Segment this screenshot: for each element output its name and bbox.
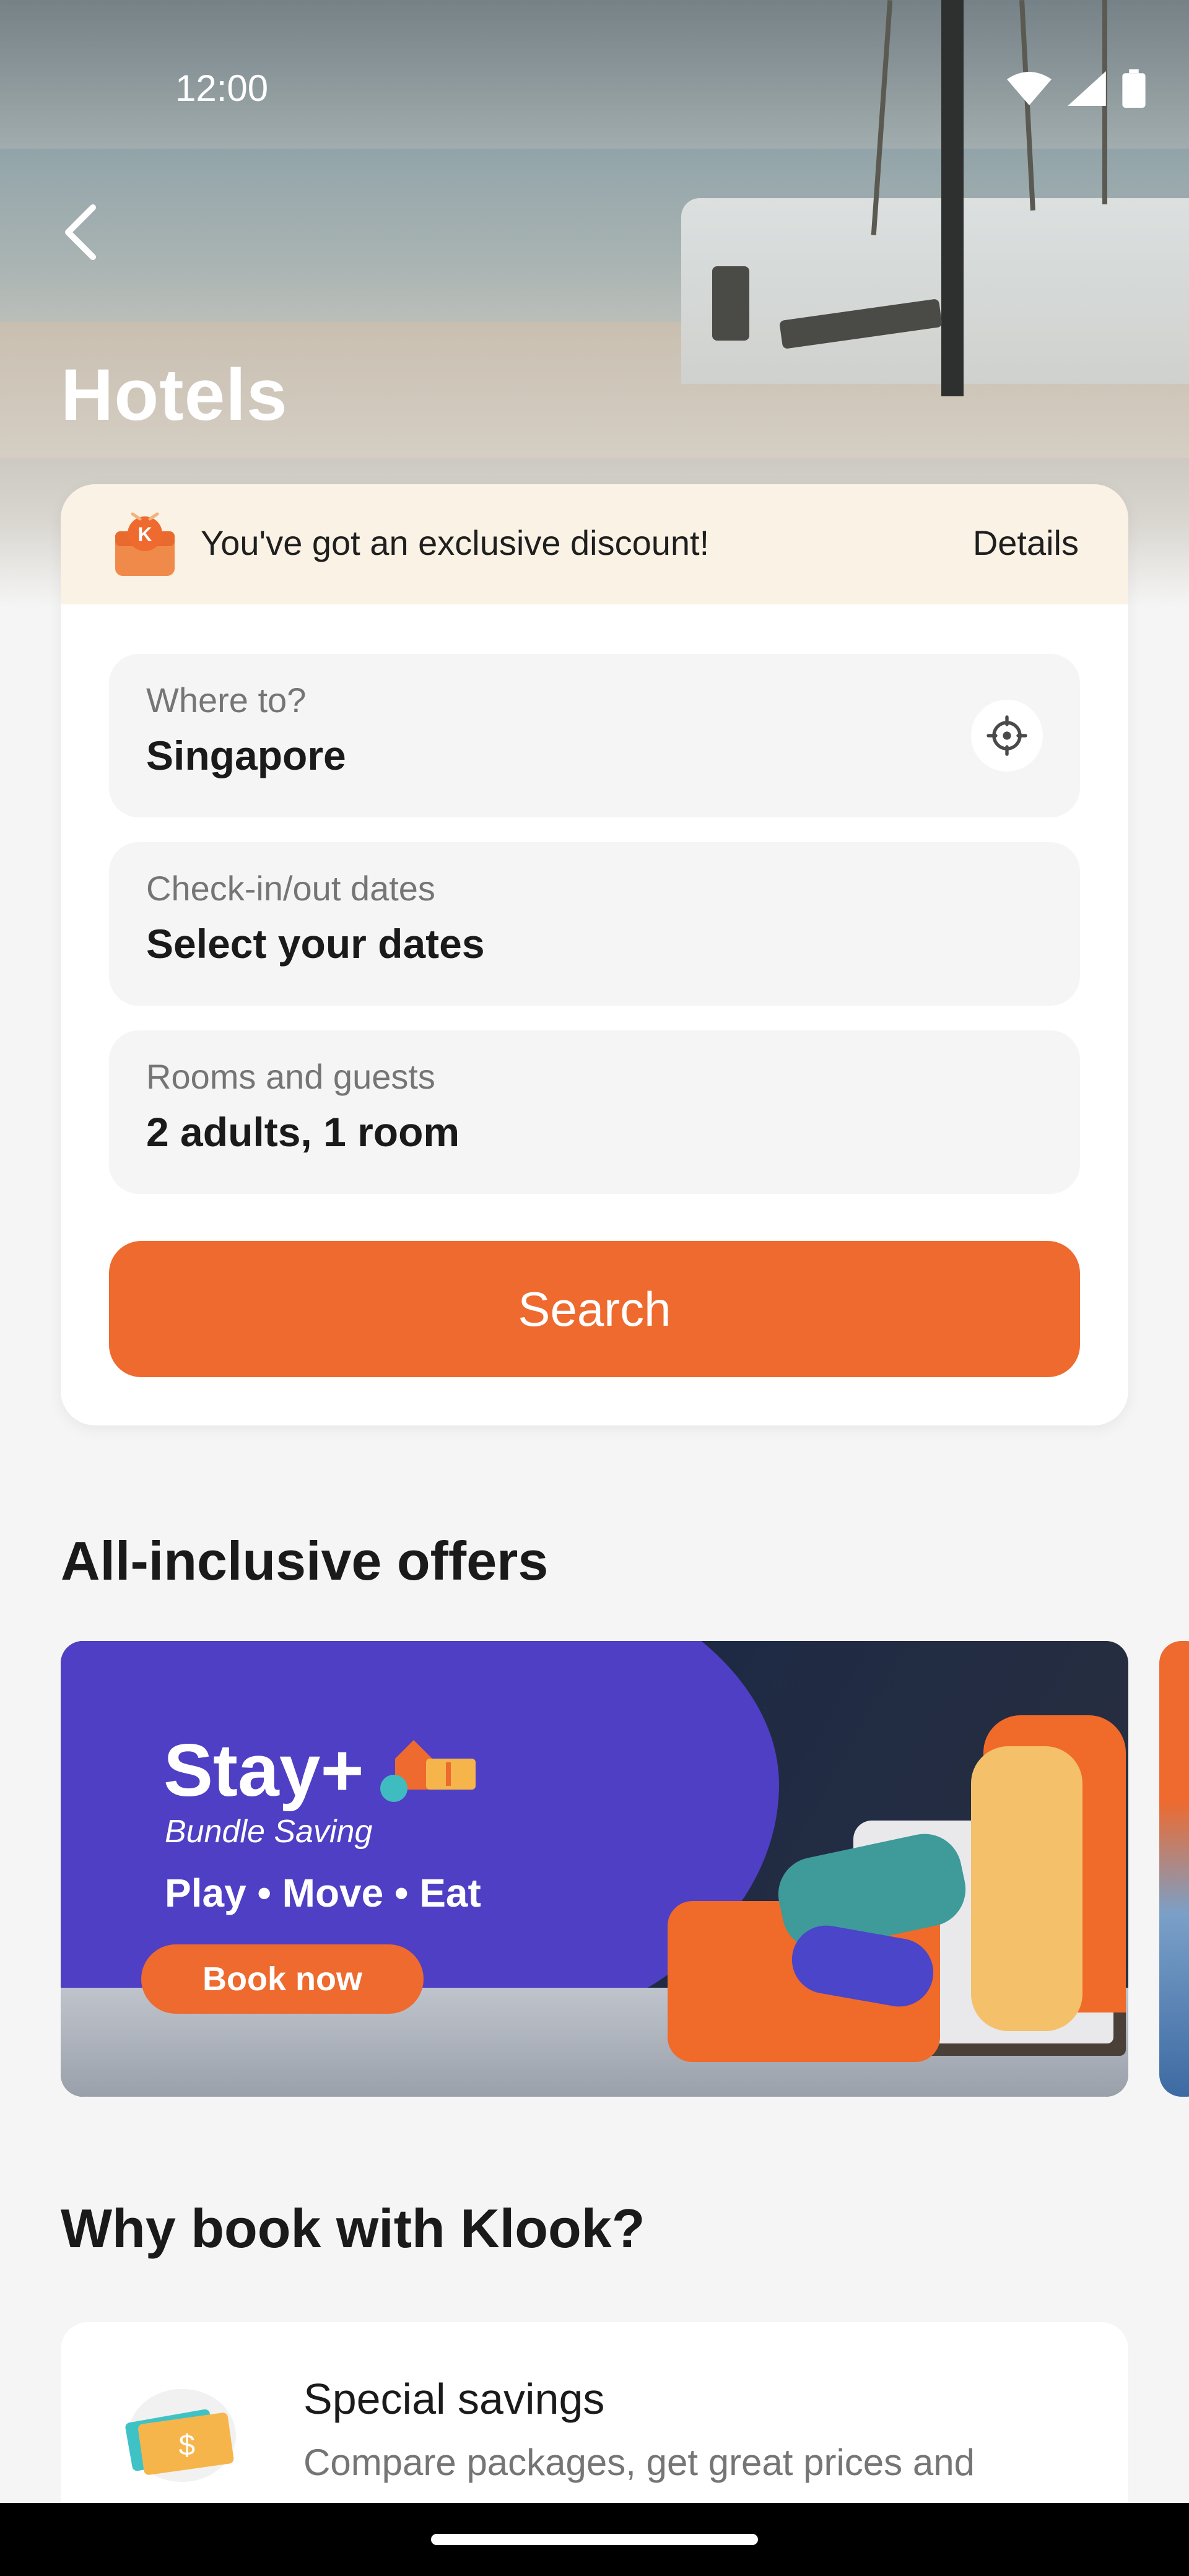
offer-banner-next[interactable] — [1159, 1641, 1189, 2097]
why-item-title: Special savings — [303, 2375, 605, 2423]
page-title: Hotels — [61, 354, 288, 436]
destination-value: Singapore — [146, 733, 346, 778]
svg-text:$: $ — [179, 2429, 195, 2462]
offer-subheadline: Bundle Saving — [165, 1814, 373, 1850]
guests-field[interactable]: Rooms and guests 2 adults, 1 room — [109, 1030, 1080, 1194]
destination-label: Where to? — [146, 681, 307, 720]
details-link[interactable]: Details — [973, 523, 1079, 563]
svg-text:K: K — [137, 523, 152, 546]
offer-banner-stay-plus[interactable]: Stay+ Bundle Saving Play • Move • Eat Bo… — [61, 1641, 1128, 2097]
locate-button[interactable] — [971, 700, 1043, 772]
dates-field[interactable]: Check-in/out dates Select your dates — [109, 842, 1080, 1006]
offers-title: All-inclusive offers — [61, 1530, 549, 1591]
dates-label: Check-in/out dates — [146, 869, 435, 908]
status-time: 12:00 — [175, 67, 269, 109]
guests-value: 2 adults, 1 room — [146, 1109, 460, 1155]
gift-icon: K — [115, 512, 175, 576]
search-button[interactable]: Search — [109, 1241, 1080, 1377]
hero-planter — [712, 266, 749, 341]
discount-text: You've got an exclusive discount! — [201, 523, 710, 562]
destination-field[interactable]: Where to? Singapore — [109, 654, 1080, 817]
status-bar: 12:00 — [0, 0, 1189, 109]
book-now-button[interactable]: Book now — [141, 1944, 424, 2014]
dates-value: Select your dates — [146, 921, 485, 967]
savings-icon: $ — [125, 2388, 236, 2482]
home-indicator[interactable] — [431, 2534, 758, 2545]
locate-icon — [986, 715, 1027, 756]
hero-pool-deck — [681, 198, 1189, 384]
ticket-icon — [380, 1740, 476, 1802]
status-icons — [1007, 69, 1146, 108]
why-title: Why book with Klook? — [61, 2198, 645, 2259]
offer-headline: Stay+ — [163, 1729, 364, 1812]
search-card: K You've got an exclusive discount! Deta… — [61, 484, 1128, 1425]
offer-person-reading — [971, 1746, 1082, 2031]
wifi-icon — [1007, 72, 1052, 105]
why-item-description: Compare packages, get great prices and — [303, 2442, 975, 2483]
signal-icon — [1068, 71, 1106, 106]
hotels-screen: 12:00 Hotels K You've got an exclusive d… — [0, 0, 1189, 2576]
back-button[interactable] — [56, 201, 105, 263]
battery-icon — [1122, 69, 1146, 108]
guests-label: Rooms and guests — [146, 1057, 435, 1096]
offer-tagline: Play • Move • Eat — [165, 1871, 481, 1915]
discount-banner[interactable]: K You've got an exclusive discount! Deta… — [61, 484, 1128, 604]
